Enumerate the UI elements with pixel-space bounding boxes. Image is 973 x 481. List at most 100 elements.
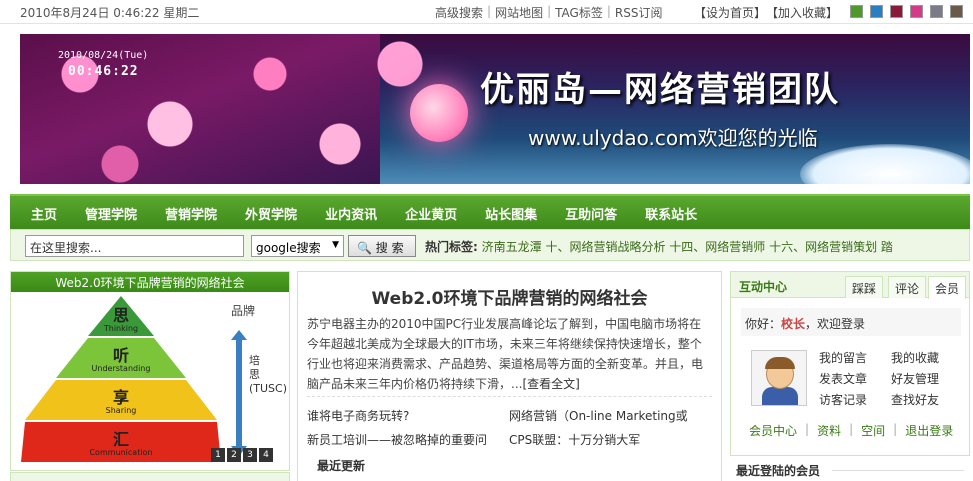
divider: | (893, 422, 898, 436)
slideshow-heading[interactable]: Web2.0环境下品牌营销的网络社会 (11, 272, 289, 292)
slide-page-2[interactable]: 2 (227, 448, 241, 462)
user-links: 我的留言 我的收藏 发表文章 好友管理 访客记录 查找好友 (819, 350, 951, 409)
current-datetime: 2010年8月24日 0:46:22 星期二 (20, 6, 200, 20)
search-bar: 在这里搜索... google搜索 ▼ 🔍 搜 索 热门标签: 济南五龙潭 十、… (10, 229, 970, 261)
cloud-image (800, 144, 970, 184)
slide-page-3[interactable]: 3 (243, 448, 257, 462)
visitor-log-link[interactable]: 访客记录 (819, 392, 891, 409)
pyramid-label-communication: 汇 Communication (89, 430, 153, 458)
moon-image (410, 84, 468, 142)
brand-pyramid-image: 思 Thinking 听 Understanding 享 Sharing 汇 Commu… (21, 296, 221, 462)
slide-page-1[interactable]: 1 (211, 448, 225, 462)
friend-manage-link[interactable]: 好友管理 (891, 371, 951, 388)
chevron-down-icon: ▼ (332, 240, 339, 250)
avatar-hair (765, 357, 795, 369)
theme-swatch-pink[interactable] (910, 5, 923, 18)
read-more-link[interactable]: [查看全文] (522, 377, 579, 391)
divider: | (487, 4, 492, 18)
nav-item-news[interactable]: 业内资讯 (325, 196, 377, 231)
featured-slideshow: Web2.0环境下品牌营销的网络社会 思 Thinking 听 Understand… (10, 271, 290, 471)
post-article-link[interactable]: 发表文章 (819, 371, 891, 388)
hot-tags: 热门标签: 济南五龙潭 十、网络营销战略分析 十四、网络营销师 十六、网络营销策… (425, 238, 970, 255)
pyramid-label-sharing: 享 Sharing (105, 388, 137, 416)
divider (307, 396, 712, 397)
slide-page-4[interactable]: 4 (259, 448, 273, 462)
interaction-header: 互动中心 踩踩 评论 会员 (731, 272, 969, 299)
recent-members-heading: 最近登陆的会员 (736, 464, 821, 478)
article-link[interactable]: CPS联盟：十万分销大军 (509, 428, 688, 452)
nav-item-trade[interactable]: 外贸学院 (245, 196, 297, 231)
set-homepage-link[interactable]: 【设为首页】 (694, 4, 766, 21)
nav-item-gallery[interactable]: 站长图集 (485, 196, 537, 231)
site-title: 优丽岛—网络营销团队 (480, 70, 840, 110)
theme-swatch-blue[interactable] (870, 5, 883, 18)
rss-link[interactable]: RSS订阅 (615, 4, 663, 21)
divider: | (849, 422, 854, 436)
member-center-link[interactable]: 会员中心 (749, 422, 797, 439)
add-favorite-link[interactable]: 【加入收藏】 (766, 4, 838, 21)
pyramid-label-understanding: 听 Understanding (91, 346, 151, 374)
theme-swatch-maroon[interactable] (890, 5, 903, 18)
divider: | (547, 4, 552, 18)
tusc-label: 培 思 (TUSC) (249, 354, 288, 395)
username[interactable]: 校长 (781, 317, 805, 331)
banner-date: 2010/08/24(Tue) (58, 50, 149, 61)
interaction-title: 互动中心 (739, 280, 788, 294)
divider (832, 470, 964, 471)
nav-item-marketing[interactable]: 营销学院 (165, 196, 217, 231)
search-engine-value: google搜索 (256, 241, 321, 255)
my-favorites-link[interactable]: 我的收藏 (891, 350, 951, 367)
recent-updates-heading: 最近更新 (317, 459, 366, 473)
tag-link[interactable]: TAG标签 (555, 4, 603, 21)
article-links-right: 网络营销（On-line Marketing或 CPS联盟：十万分销大军 (509, 404, 688, 452)
article-link[interactable]: 网络营销（On-line Marketing或 (509, 404, 688, 428)
theme-swatch-brown[interactable] (950, 5, 963, 18)
divider: | (606, 4, 611, 18)
search-engine-select[interactable]: google搜索 ▼ (251, 235, 344, 257)
theme-swatches (850, 5, 963, 18)
space-link[interactable]: 空间 (861, 422, 885, 439)
hot-tags-label: 热门标签: (425, 240, 478, 254)
divider: | (805, 422, 810, 436)
top-bar: 2010年8月24日 0:46:22 星期二 高级搜索 | 网站地图 | TAG… (0, 0, 973, 24)
search-button[interactable]: 🔍 搜 索 (348, 235, 416, 257)
search-input[interactable]: 在这里搜索... (25, 235, 244, 257)
nav-item-qa[interactable]: 互助问答 (565, 196, 617, 231)
interaction-center: 互动中心 踩踩 评论 会员 你好：校长，欢迎登录 我的留言 我的收藏 发表文章 … (730, 271, 970, 456)
nav-item-home[interactable]: 主页 (31, 196, 57, 231)
main-nav: 主页 管理学院 营销学院 外贸学院 业内资讯 企业黄页 站长图集 互助问答 联系… (10, 194, 970, 229)
article-summary-text: 苏宁电器主办的2010中国PC行业发展高峰论坛了解到，中国电脑市场将在今年超越北… (307, 317, 704, 391)
logout-link[interactable]: 退出登录 (905, 422, 953, 439)
advanced-search-link[interactable]: 高级搜索 (435, 4, 483, 21)
login-greeting: 你好：校长，欢迎登录 (741, 308, 961, 336)
avatar-body (762, 387, 798, 405)
banner-clock: 00:46:22 (68, 64, 139, 79)
tab-comments[interactable]: 评论 (888, 276, 927, 298)
search-icon: 🔍 (357, 241, 372, 255)
nav-item-management[interactable]: 管理学院 (85, 196, 137, 231)
article-link[interactable]: 新员工培训——被忽略掉的重要问 (307, 428, 487, 452)
tab-members[interactable]: 会员 (928, 276, 967, 299)
left-section-2 (10, 472, 290, 481)
nav-item-contact[interactable]: 联系站长 (645, 196, 697, 231)
slideshow-pager: 1 2 3 4 (211, 448, 273, 462)
find-friends-link[interactable]: 查找好友 (891, 392, 951, 409)
brand-label: 品牌 (231, 304, 256, 318)
profile-link[interactable]: 资料 (817, 422, 841, 439)
nav-item-directory[interactable]: 企业黄页 (405, 196, 457, 231)
article-title[interactable]: Web2.0环境下品牌营销的网络社会 (298, 284, 721, 309)
top-links: 高级搜索 | 网站地图 | TAG标签 | RSS订阅 (435, 4, 662, 21)
theme-swatch-gray[interactable] (930, 5, 943, 18)
my-messages-link[interactable]: 我的留言 (819, 350, 891, 367)
article-summary: 苏宁电器主办的2010中国PC行业发展高峰论坛了解到，中国电脑市场将在今年超越北… (307, 314, 712, 394)
hot-tags-list[interactable]: 济南五龙潭 十、网络营销战略分析 十四、网络营销师 十六、网络营销策划 踏 (482, 240, 893, 254)
header-banner: 2010/08/24(Tue) 00:46:22 优丽岛—网络营销团队 www.… (20, 34, 970, 184)
avatar[interactable] (751, 350, 807, 406)
tab-stepping[interactable]: 踩踩 (845, 276, 884, 298)
article-links-left: 谁将电子商务玩转? 新员工培训——被忽略掉的重要问 (307, 404, 487, 452)
theme-swatch-green[interactable] (850, 5, 863, 18)
site-links: 【设为首页】 【加入收藏】 (694, 4, 838, 21)
member-links: 会员中心 | 资料 | 空间 | 退出登录 (749, 422, 953, 439)
sitemap-link[interactable]: 网站地图 (495, 4, 543, 21)
article-link[interactable]: 谁将电子商务玩转? (307, 404, 487, 428)
